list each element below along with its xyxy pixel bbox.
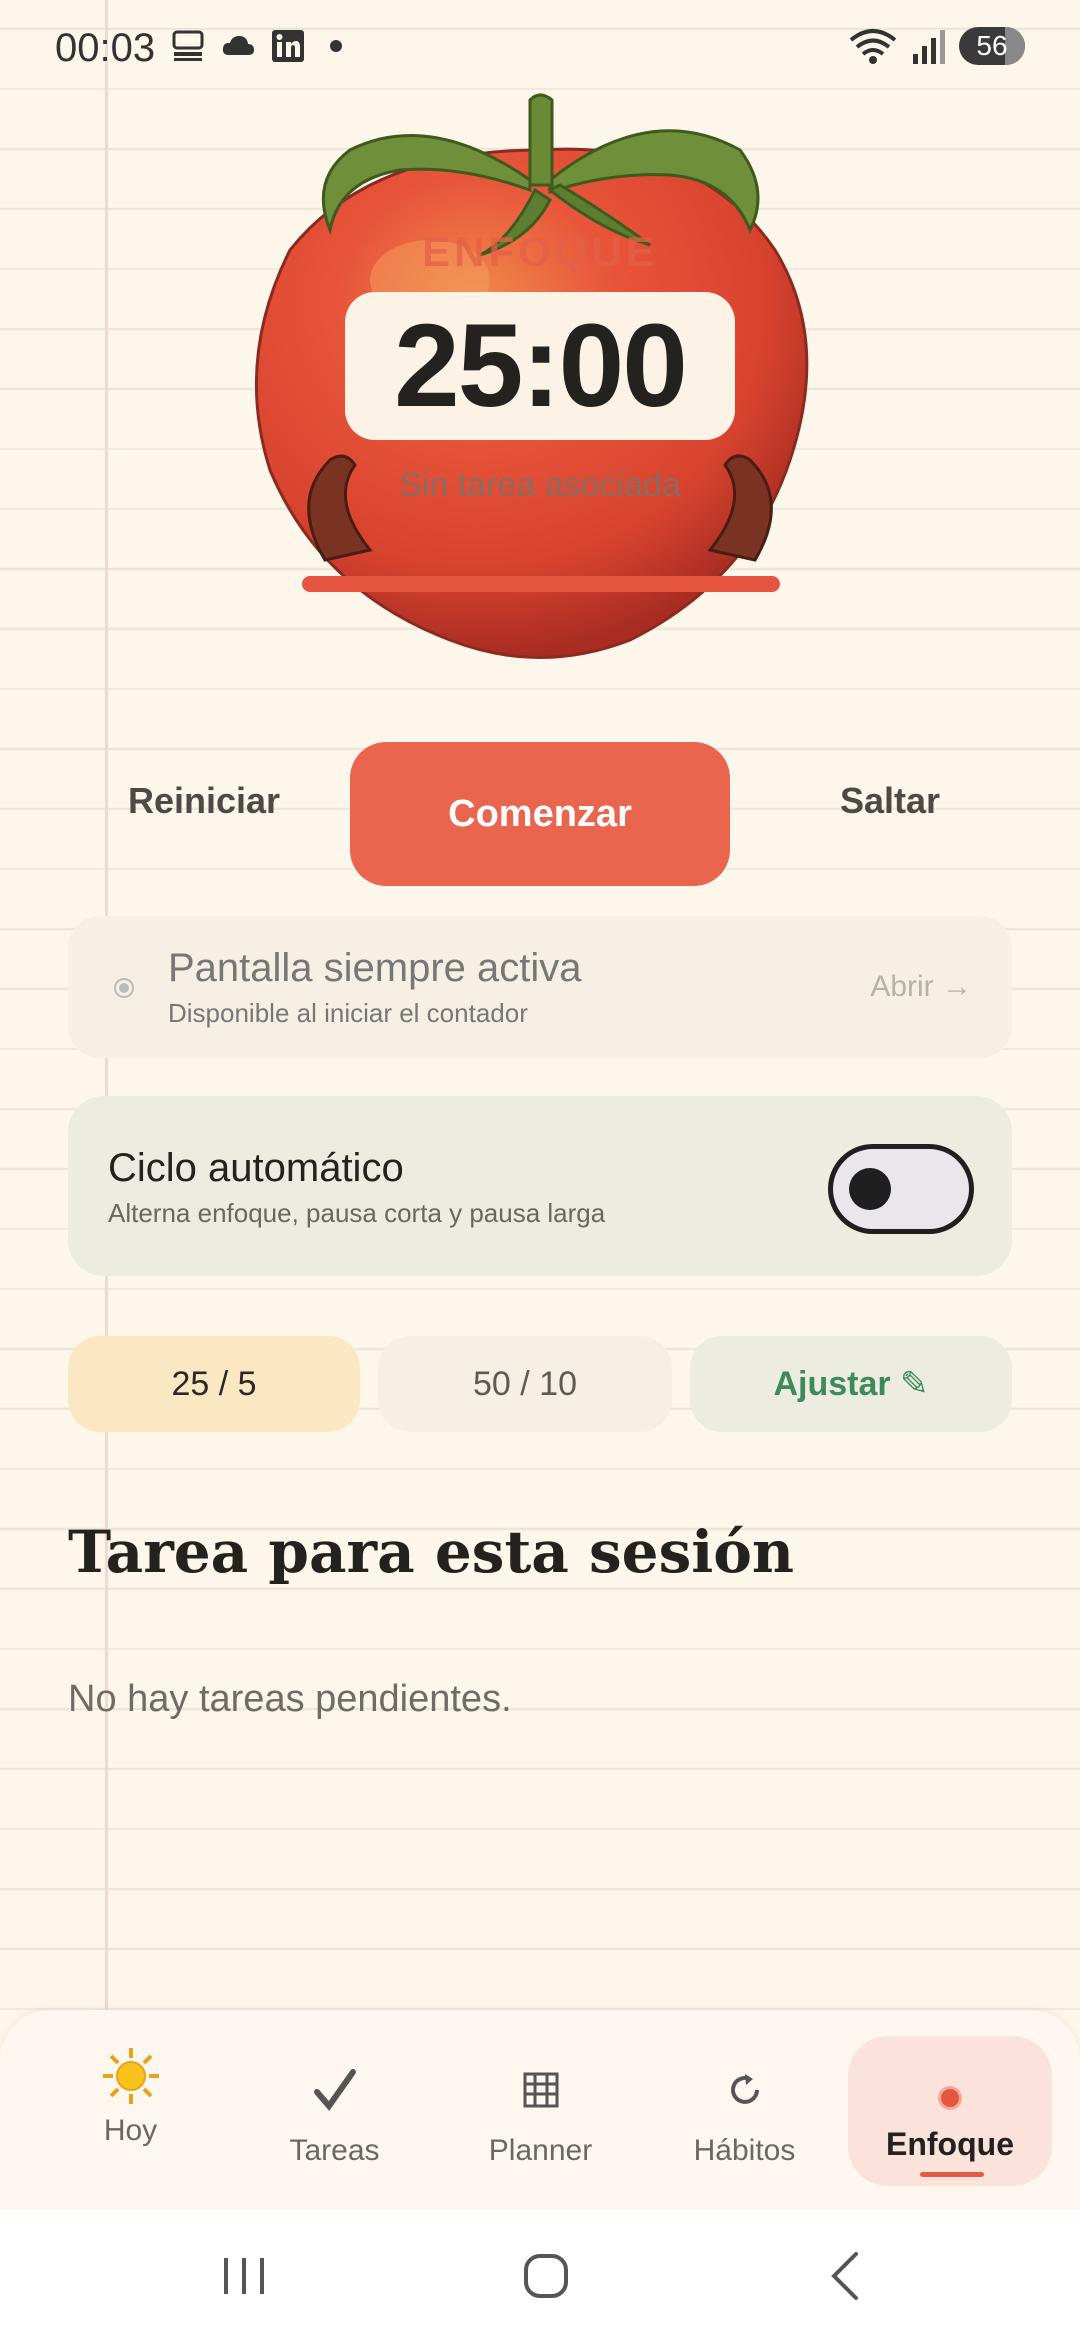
- session-task-heading: Tarea para esta sesión: [68, 1518, 795, 1586]
- toggle-knob: [849, 1168, 891, 1210]
- nav-label-tareas: Tareas: [289, 2134, 380, 2167]
- preset-50-10-button[interactable]: 50 / 10: [378, 1336, 672, 1432]
- back-icon[interactable]: [818, 2246, 878, 2306]
- nav-item-tareas[interactable]: Tareas: [232, 2010, 437, 2210]
- grid-icon: [438, 2060, 643, 2120]
- auto-cycle-card: Ciclo automático Alterna enfoque, pausa …: [68, 1096, 1012, 1276]
- active-tab-indicator: [920, 2172, 984, 2177]
- nav-item-habitos[interactable]: Hábitos: [642, 2010, 847, 2210]
- nav-item-planner[interactable]: Planner: [438, 2010, 643, 2210]
- sun-icon: [28, 2046, 233, 2106]
- auto-cycle-subtitle: Alterna enfoque, pausa corta y pausa lar…: [108, 1198, 606, 1228]
- focus-dot-icon: [848, 2068, 1052, 2128]
- screen-always-on-subtitle: Disponible al iniciar el contador: [168, 998, 528, 1028]
- status-time: 00:03: [55, 26, 156, 70]
- reset-button[interactable]: Reiniciar: [128, 780, 280, 822]
- timer-progress-bar: [302, 576, 780, 592]
- bottom-navigation: Hoy Tareas Planner Hábitos Enfoque: [0, 2010, 1080, 2210]
- empty-tasks-message: No hay tareas pendientes.: [68, 1678, 512, 1720]
- screen-always-on-title: Pantalla siempre activa: [168, 946, 582, 990]
- nav-item-enfoque[interactable]: Enfoque: [848, 2036, 1052, 2186]
- screen-always-on-radio-icon: [114, 978, 134, 998]
- screen-always-on-card[interactable]: Pantalla siempre activa Disponible al in…: [68, 916, 1012, 1058]
- auto-cycle-toggle[interactable]: [828, 1144, 974, 1234]
- recent-apps-icon[interactable]: [214, 2246, 274, 2306]
- screen-always-on-open-link[interactable]: Abrir →: [870, 970, 972, 1004]
- skip-button[interactable]: Saltar: [840, 780, 940, 822]
- timer-time: 25:00: [394, 300, 688, 432]
- adjust-button[interactable]: Ajustar ✎: [690, 1336, 1012, 1432]
- timer-mode-label: ENFOQUE: [422, 228, 658, 275]
- battery-level: 56: [976, 30, 1008, 61]
- auto-cycle-title: Ciclo automático: [108, 1146, 404, 1190]
- check-icon: [232, 2060, 437, 2120]
- status-notification-icons: [170, 28, 342, 64]
- status-system-icons: 56: [847, 26, 1025, 66]
- nav-item-hoy[interactable]: Hoy: [28, 2010, 233, 2210]
- preset-25-5-button[interactable]: 25 / 5: [68, 1336, 360, 1432]
- nav-label-planner: Planner: [488, 2134, 593, 2167]
- battery-icon: 56: [959, 27, 1025, 65]
- system-navigation-bar: [0, 2210, 1080, 2340]
- start-button[interactable]: Comenzar: [350, 742, 730, 886]
- refresh-icon: [642, 2060, 847, 2120]
- notification-dot-icon: [330, 40, 342, 52]
- home-icon[interactable]: [516, 2246, 576, 2306]
- cloud-icon: [222, 36, 254, 55]
- nav-label-enfoque: Enfoque: [886, 2126, 1014, 2162]
- signal-icon: [913, 30, 945, 64]
- keyboard-icon: [172, 30, 204, 61]
- associated-task-label: Sin tarea asociada: [399, 466, 681, 504]
- linkedin-icon: [272, 30, 304, 62]
- nav-label-hoy: Hoy: [103, 2114, 158, 2147]
- nav-label-habitos: Hábitos: [693, 2134, 796, 2167]
- timer-display: 25:00: [345, 292, 735, 440]
- wifi-icon: [849, 29, 897, 64]
